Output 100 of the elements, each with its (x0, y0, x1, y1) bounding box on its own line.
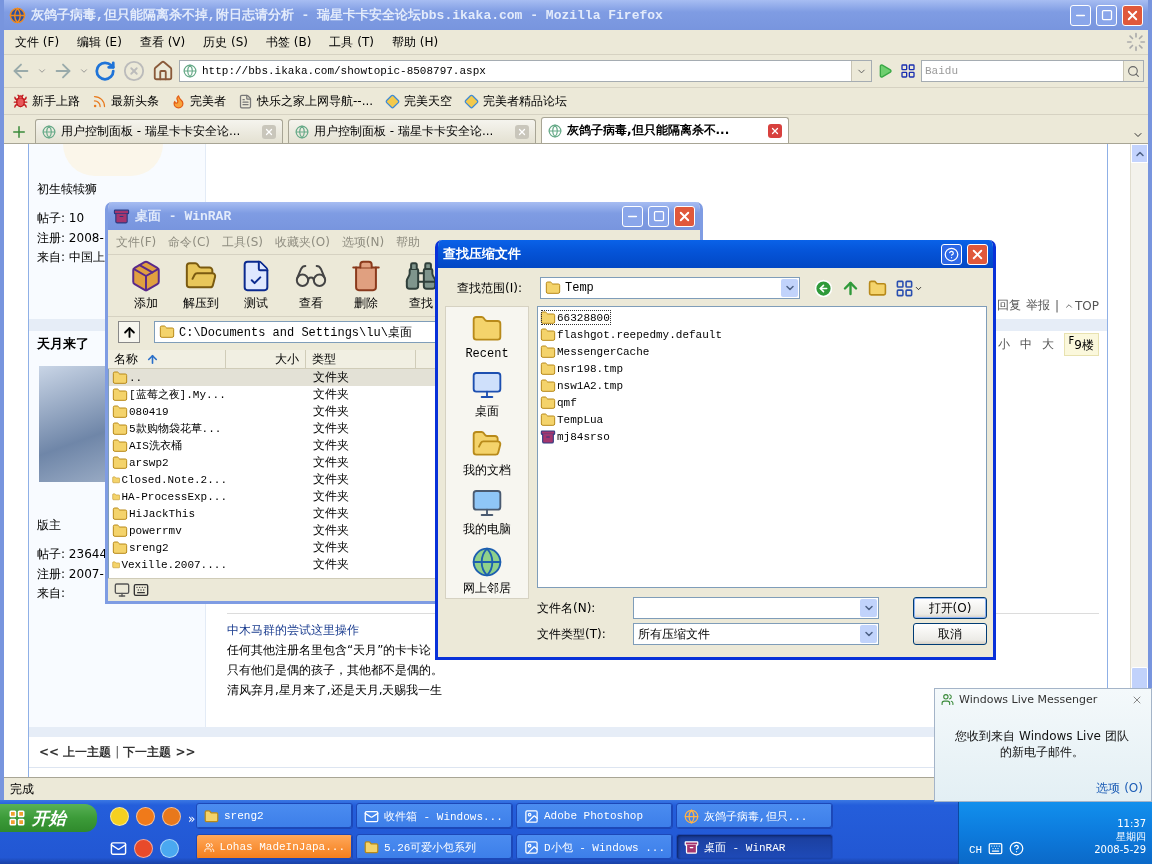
folder-icon (112, 420, 128, 437)
column-header[interactable]: 类型 (306, 350, 416, 368)
action-link[interactable]: 举报 (1025, 297, 1050, 314)
file-type: 文件夹 (312, 556, 350, 573)
menu-item[interactable]: 文件 (F) (6, 31, 69, 53)
mail-icon[interactable] (110, 839, 127, 857)
minimize-button[interactable] (1070, 4, 1091, 26)
bookmark-link[interactable]: 新手上路 (8, 90, 85, 112)
text-size-link[interactable]: 中 (1019, 335, 1032, 353)
caret-icon (79, 66, 89, 76)
places-item[interactable]: 我的电脑 (463, 487, 511, 538)
menu-item[interactable]: 历史 (S) (194, 31, 258, 53)
diamond-icon (464, 93, 480, 109)
taskbar-button[interactable]: 灰鸽子病毒,但只... (676, 803, 833, 829)
browser-tab[interactable]: 用户控制面板 - 瑞星卡卡安全论... (35, 119, 283, 143)
status-text: 完成 (10, 780, 34, 798)
menu-item[interactable]: 编辑 (E) (68, 31, 131, 53)
folder-icon (540, 343, 556, 360)
folder-icon (540, 326, 556, 343)
signature-link[interactable]: 中木马群的尝试这里操作 (227, 620, 359, 640)
taskbar-button[interactable]: 收件箱 - Windows... (356, 803, 513, 829)
maximize-button[interactable] (648, 205, 669, 227)
new-folder-button[interactable] (868, 278, 887, 298)
close-icon (517, 126, 527, 137)
floor-number: $^{F}$9楼 (1063, 332, 1099, 356)
plus-icon (10, 123, 28, 141)
folder-icon (540, 411, 556, 428)
folder-icon (112, 403, 128, 420)
view-menu-button[interactable] (895, 278, 923, 298)
close-button[interactable] (1122, 4, 1143, 26)
bookmark-link[interactable]: 完美天空 (380, 90, 458, 112)
close-button[interactable] (674, 205, 695, 227)
ball-icon[interactable] (136, 806, 155, 826)
rss-icon (92, 93, 107, 109)
menu-item[interactable]: 帮助 (H) (383, 31, 448, 53)
look-in-dropdown[interactable]: Temp (540, 277, 800, 299)
file-type: 文件夹 (312, 454, 350, 471)
file-type: 文件夹 (312, 403, 350, 420)
toolbar-button[interactable]: 添加 (118, 255, 173, 316)
tab-close-button[interactable] (768, 123, 782, 138)
user-stat: 帖子: 23644 (37, 546, 108, 563)
file-item[interactable]: TempLua (540, 411, 606, 428)
prev-topic-link[interactable]: << 上一主题 (39, 743, 112, 761)
action-link[interactable]: 回复 (996, 297, 1021, 314)
taskbar-button[interactable]: D小包 - Windows ... (516, 834, 673, 860)
file-type: 文件夹 (312, 522, 350, 539)
more-icons-text[interactable]: » (188, 812, 196, 826)
minimize-button[interactable] (622, 205, 643, 227)
maximize-button[interactable] (1096, 4, 1117, 26)
options-link[interactable]: 选项 (O) (1096, 780, 1143, 797)
toolbar-button[interactable]: 测试 (228, 255, 283, 316)
language-indicator[interactable]: CH (969, 844, 983, 856)
help-button[interactable] (941, 243, 962, 265)
places-item[interactable]: 网上邻居 (463, 546, 511, 597)
file-item[interactable]: mj84srso (540, 428, 612, 445)
bookmark-link[interactable]: 快乐之家上网导航--... (233, 90, 379, 112)
column-header[interactable]: 大小 (226, 350, 306, 368)
search-button[interactable] (1123, 61, 1143, 81)
menu-item[interactable]: 书签 (B) (257, 31, 321, 53)
taskbar-button[interactable]: sreng2 (196, 803, 353, 829)
file-name: [蓝莓之夜].My... (129, 388, 226, 402)
url-field[interactable]: http://bbs.ikaka.com/showtopic-8508797.aspx (179, 60, 872, 82)
dialog-title: 查找压缩文件 (443, 246, 522, 263)
help-icon[interactable] (1009, 841, 1025, 856)
file-item[interactable]: qmf (540, 394, 579, 411)
bookmark-link[interactable]: 完美者精品论坛 (459, 90, 573, 112)
browser-tab[interactable]: 灰鸽子病毒,但只能隔离杀不... (541, 117, 789, 143)
bookmark-link[interactable]: 完美者 (166, 90, 231, 112)
user-stat: 注册: 2008- (37, 229, 105, 247)
reload-button[interactable] (92, 58, 118, 84)
text-size-link[interactable]: 小 (997, 335, 1010, 353)
top-link[interactable]: TOP (1064, 298, 1099, 313)
bookmark-link[interactable]: 最新头条 (87, 90, 164, 112)
keyboard-icon[interactable] (988, 841, 1004, 856)
cancel-button[interactable]: 取消 (913, 623, 987, 645)
next-topic-link[interactable]: 下一主题 >> (123, 743, 196, 761)
file-item[interactable]: MessengerCache (540, 343, 652, 360)
filename-field[interactable] (633, 597, 879, 619)
browser-tab[interactable]: 用户控制面板 - 瑞星卡卡安全论... (288, 119, 536, 143)
file-name: HA-ProcessExp... (121, 490, 227, 503)
user-stat: 帖子: 10 (37, 210, 86, 227)
toolbar-button[interactable]: 删除 (338, 255, 393, 316)
close-button[interactable] (967, 243, 988, 265)
caret-icon (37, 66, 47, 76)
menu-item[interactable]: 工具 (T) (320, 31, 383, 53)
toolbar-button[interactable]: 解压到 (173, 255, 228, 316)
text-size-link[interactable]: 大 (1041, 335, 1054, 353)
taskbar-button[interactable]: 桌面 - WinRAR (676, 834, 833, 860)
taskbar-button[interactable]: Adobe Photoshop (516, 803, 673, 829)
folder-icon (364, 839, 379, 855)
places-item[interactable]: 我的文档 (463, 428, 511, 479)
file-name: powerrmv (129, 524, 182, 537)
taskbar-button[interactable]: 5.26可爱小包系列 (356, 834, 513, 860)
back-button[interactable] (814, 278, 833, 298)
file-type-dropdown[interactable]: 所有压缩文件 (633, 623, 879, 645)
open-button[interactable]: 打开(O) (913, 597, 987, 619)
up-button[interactable] (118, 321, 140, 343)
menu-item[interactable]: 查看 (V) (130, 31, 195, 53)
column-header[interactable]: 名称 (108, 350, 226, 368)
toolbar-button[interactable]: 查看 (283, 255, 338, 316)
